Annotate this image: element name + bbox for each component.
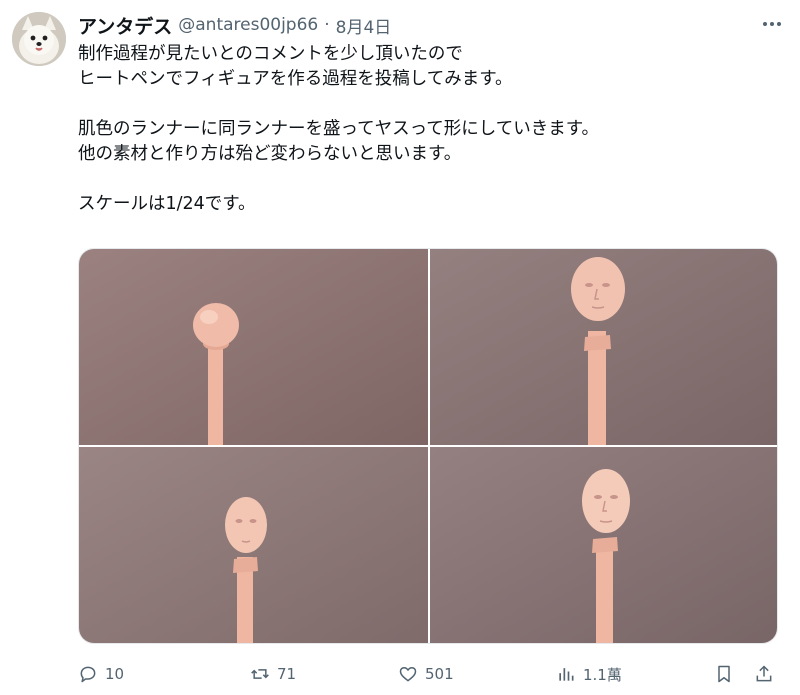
tweet-line: スケールは1/24です。: [78, 194, 256, 214]
retweet-button[interactable]: 71: [250, 660, 296, 688]
tweet-line: 制作過程が見たいとのコメントを少し頂いたので: [78, 44, 463, 64]
user-handle[interactable]: @antares00jp66: [178, 15, 318, 35]
like-count: 501: [425, 665, 454, 683]
action-bar: 10 71 501 1.1萬: [78, 660, 790, 688]
dog-avatar-icon: [12, 12, 66, 66]
media-photo-1[interactable]: [79, 249, 428, 445]
tweet-text: 制作過程が見たいとのコメントを少し頂いたので ヒートペンでフィギュアを作る過程を…: [78, 42, 778, 217]
display-name[interactable]: アンタデス: [78, 12, 172, 39]
retweet-icon: [251, 669, 269, 679]
bookmark-icon: [718, 665, 730, 683]
share-button[interactable]: [754, 660, 774, 688]
tweet-line: ヒートペンでフィギュアを作る過程を投稿してみます。: [78, 69, 513, 89]
bookmark-button[interactable]: [714, 660, 734, 688]
share-icon: [756, 665, 772, 682]
views-button[interactable]: 1.1萬: [556, 660, 622, 688]
media-photo-4[interactable]: [430, 447, 777, 643]
views-chart-icon: [559, 668, 574, 681]
reply-button[interactable]: 10: [78, 660, 124, 688]
tweet-header: アンタデス @antares00jp66 · 8月4日: [78, 12, 750, 38]
more-dots-icon[interactable]: [758, 14, 786, 34]
media-photo-2[interactable]: [430, 249, 777, 445]
reply-count: 10: [105, 665, 125, 683]
avatar[interactable]: [12, 12, 66, 66]
media-grid: [78, 248, 778, 644]
tweet-line: 他の素材と作り方は殆ど変わらないと思います。: [78, 144, 462, 164]
tweet-line: 肌色のランナーに同ランナーを盛ってヤスって形にしていきます。: [78, 119, 599, 139]
post-date[interactable]: 8月4日: [336, 13, 392, 38]
reply-icon: [80, 666, 96, 683]
like-button[interactable]: 501: [398, 660, 454, 688]
separator-dot: ·: [324, 15, 330, 35]
heart-icon: [399, 667, 417, 682]
retweet-count: 71: [277, 665, 297, 683]
view-count: 1.1萬: [583, 665, 622, 684]
media-photo-3[interactable]: [79, 447, 428, 643]
